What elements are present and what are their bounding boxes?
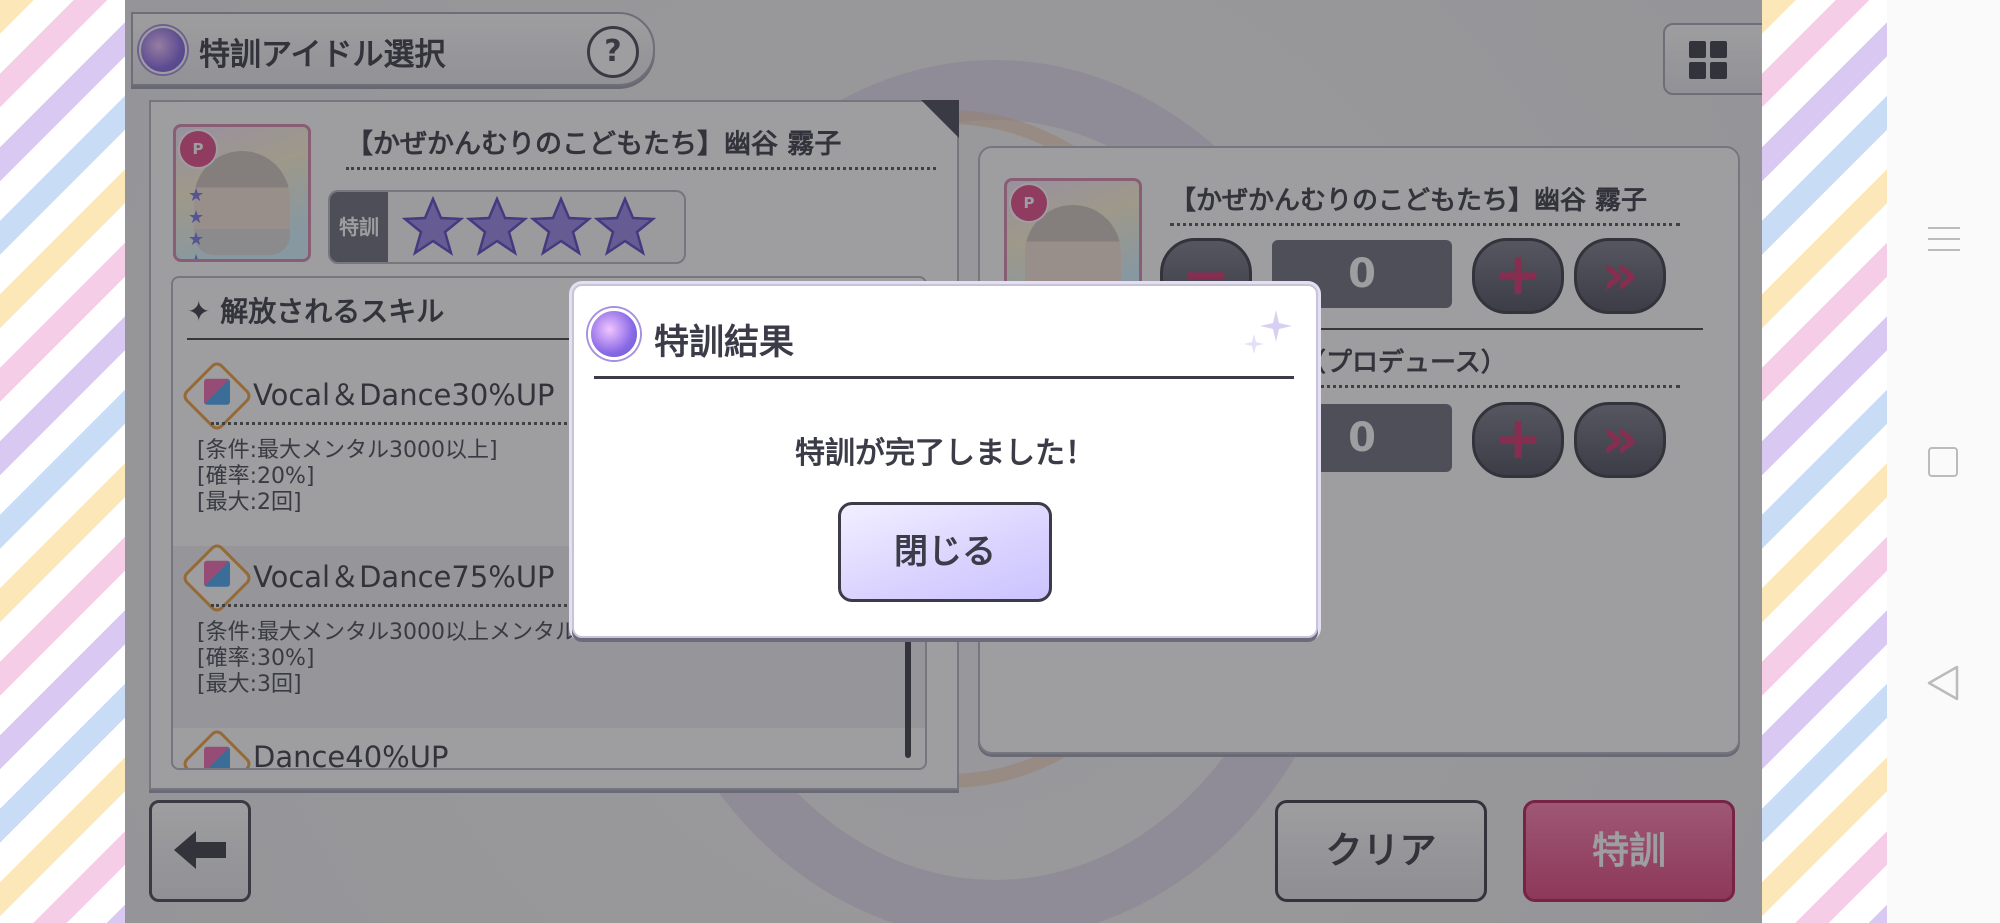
dialog-message: 特訓が完了しました！ — [795, 436, 1095, 471]
idol-emblem-icon — [588, 308, 640, 360]
decorative-stripes-right — [1762, 0, 1887, 923]
recent-apps-icon[interactable] — [1887, 425, 2000, 495]
training-result-dialog: 特訓結果 特訓が完了しました！ 閉じる — [572, 284, 1318, 638]
close-button[interactable]: 閉じる — [838, 502, 1052, 602]
menu-icon[interactable] — [1887, 205, 2000, 275]
system-navigation-bar — [1887, 0, 2000, 923]
back-triangle-icon[interactable] — [1887, 648, 2000, 718]
decorative-stripes-left — [0, 0, 125, 923]
sparkle-icon — [1244, 310, 1292, 354]
dialog-title: 特訓結果 — [654, 323, 795, 363]
